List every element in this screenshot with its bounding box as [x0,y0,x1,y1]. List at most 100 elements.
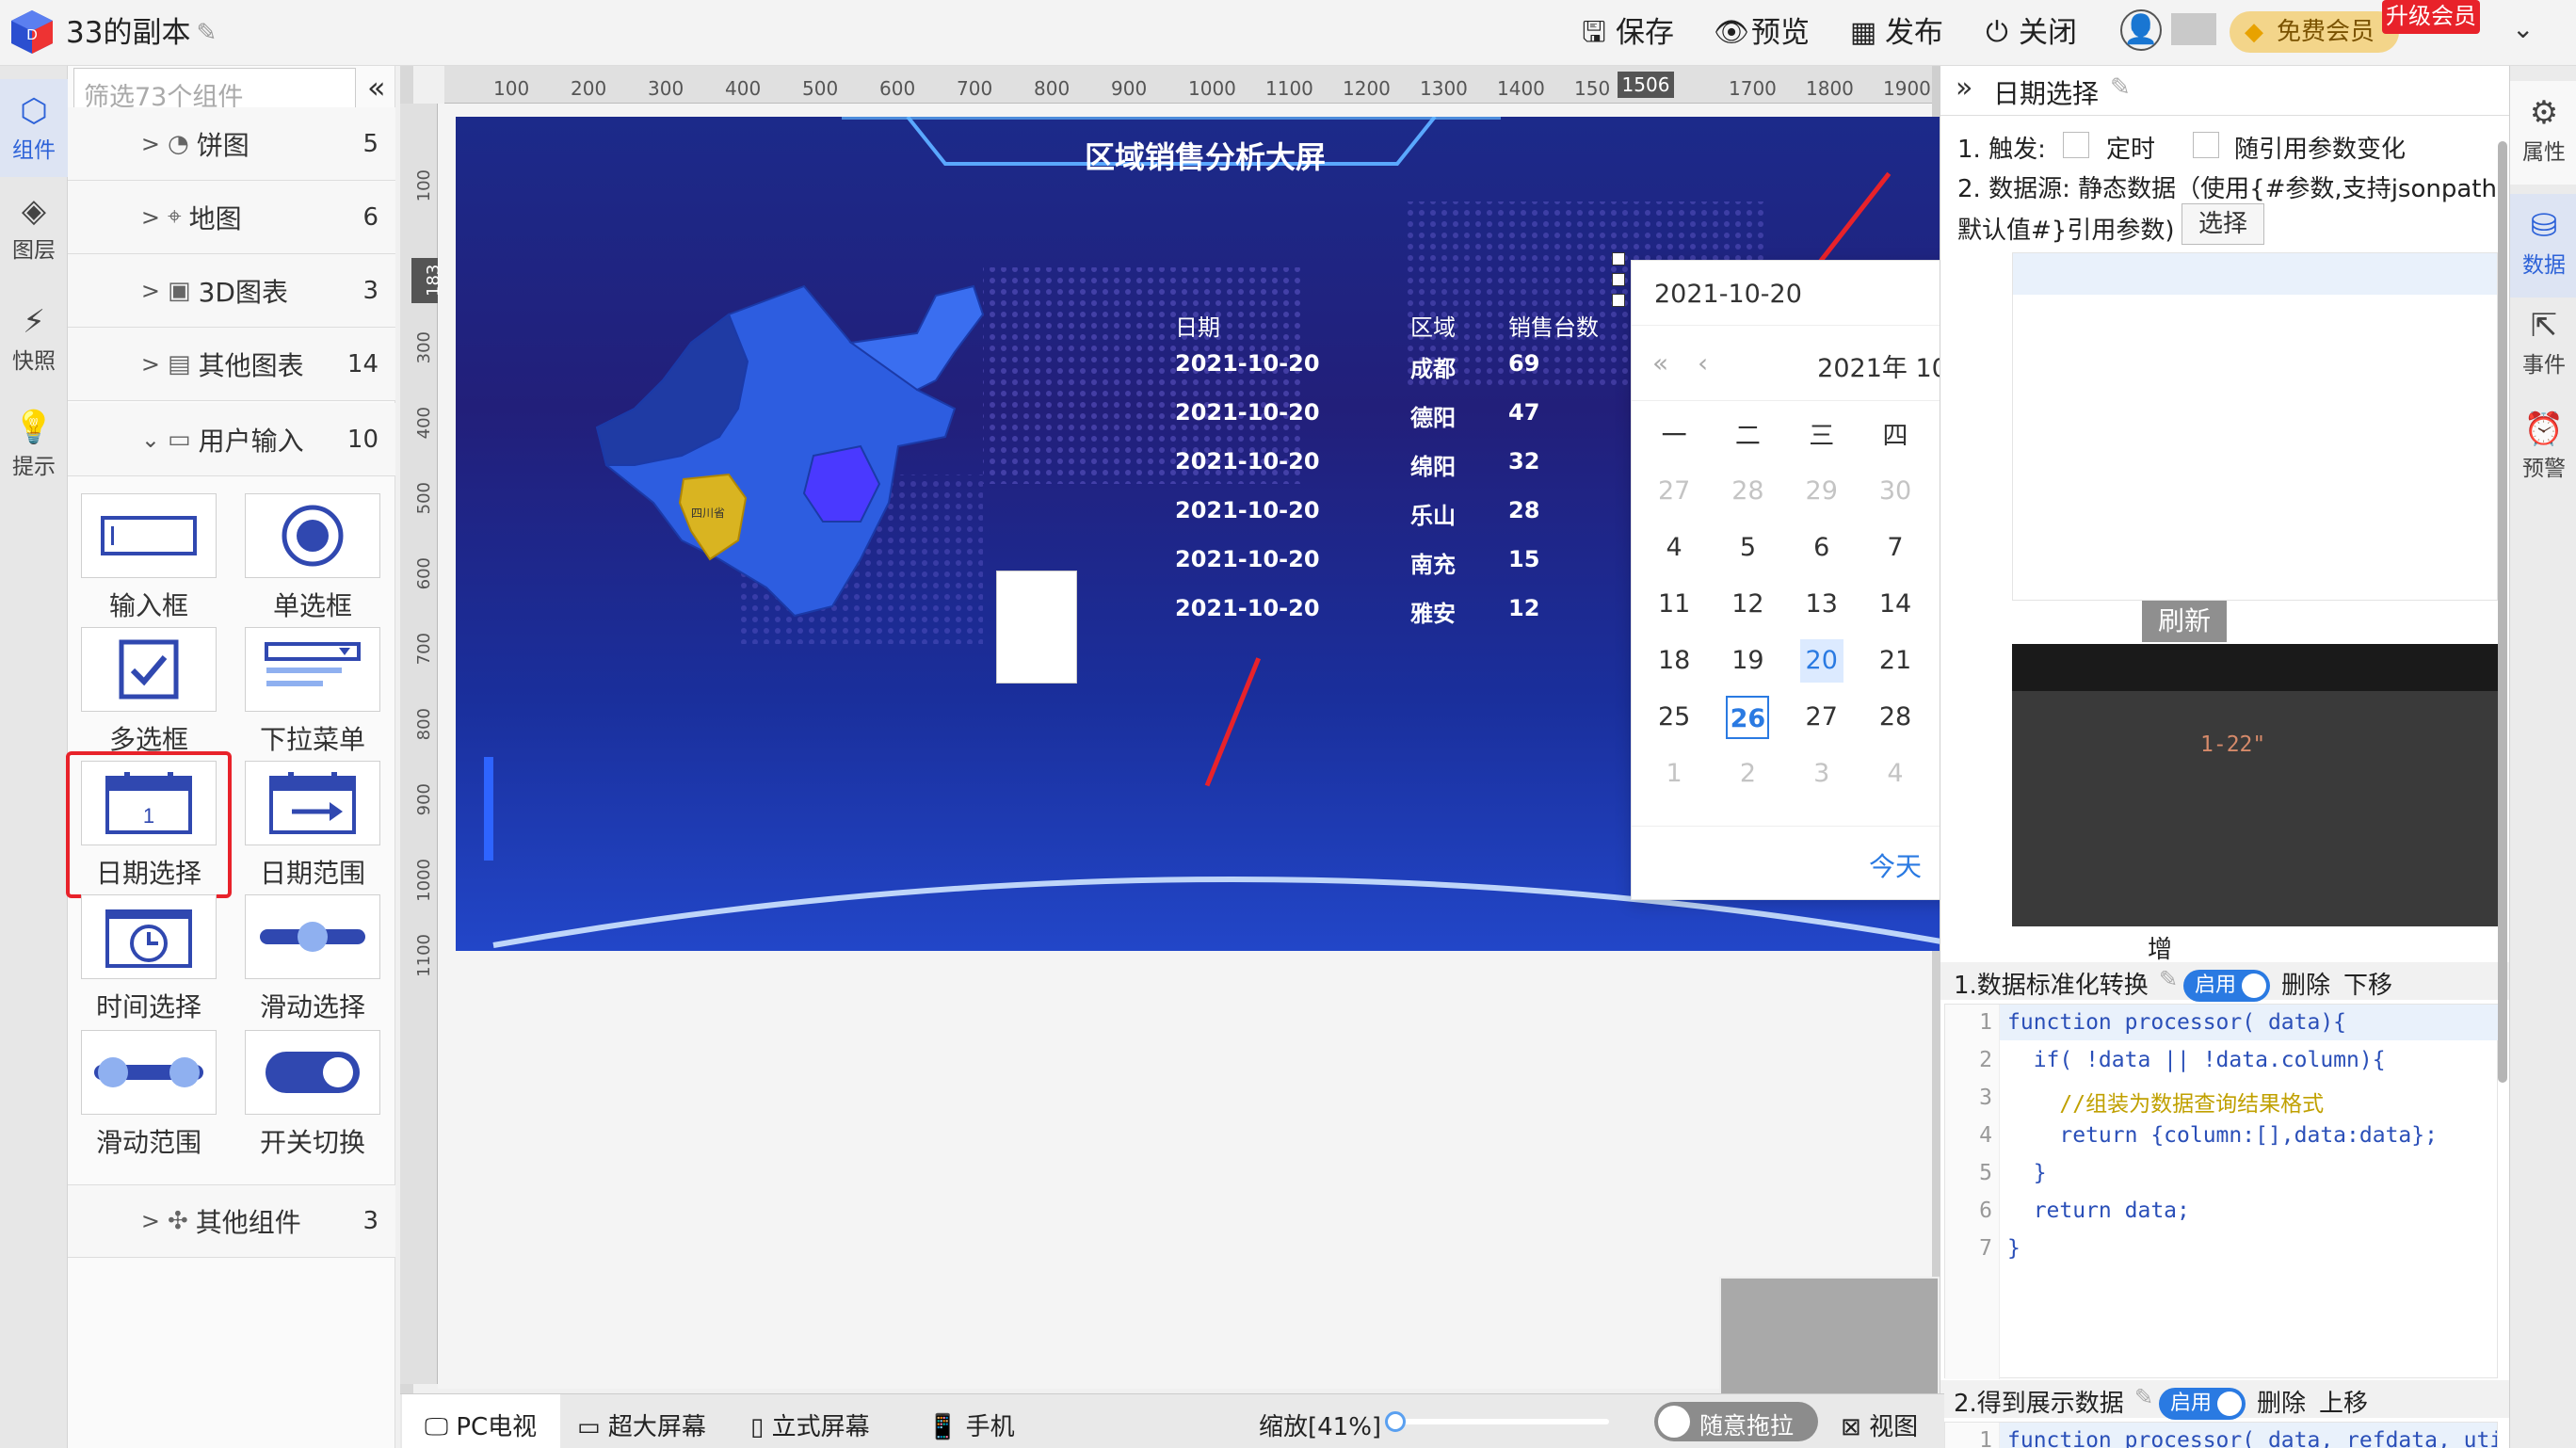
selection-handle[interactable] [1612,294,1625,307]
tile-checkbox[interactable]: 多选框 [81,627,217,755]
rail-tips[interactable]: 💡 提示 [0,409,68,480]
calendar-day[interactable]: 28 [1874,696,1917,739]
zoom-slider[interactable] [1385,1411,1609,1432]
calendar-day[interactable]: 5 [1726,526,1769,570]
dark-code-editor[interactable]: 1-22" [2012,644,2498,926]
calendar-day[interactable]: 25 [1652,696,1696,739]
step2-edit-icon[interactable]: ✎ [2134,1384,2153,1410]
zoom-slider-knob[interactable] [1385,1411,1406,1432]
rrail-data[interactable]: ⛁ 数据 [2510,194,2576,298]
calendar-day[interactable]: 3 [1800,752,1843,796]
edit-pencil-icon[interactable]: ✎ [196,11,217,55]
calendar-day[interactable]: 6 [1800,526,1843,570]
calendar-day[interactable]: 4 [1652,526,1696,570]
timer-checkbox[interactable] [2063,132,2089,158]
calendar-day[interactable]: 14 [1874,583,1917,626]
category-pie[interactable]: > ◔ 饼图 5 [68,107,395,181]
calendar-day[interactable]: 26 [1726,696,1770,739]
table-row: 2021-10-20 乐山 28 [1175,497,1665,546]
calendar-day[interactable]: 1 [1652,752,1696,796]
calendar-day[interactable]: 12 [1726,583,1769,626]
stand-screen-option[interactable]: ▯ 立式屏幕 [750,1408,870,1442]
rrail-properties[interactable]: ⚙ 属性 [2510,81,2576,185]
publish-button[interactable]: ▦ 发布 [1847,11,1943,55]
param-change-checkbox[interactable] [2193,132,2219,158]
tile-date-picker[interactable]: 1 日期选择 [81,761,217,889]
calendar-day[interactable]: 19 [1726,639,1769,683]
report-title[interactable]: 33的副本 ✎ [66,11,217,55]
collapse-panel-icon[interactable]: « [367,70,386,105]
category-other-charts-count: 14 [346,349,378,378]
code-line-number: 1 [1979,1010,1992,1035]
rail-snapshot[interactable]: ⚡ 快照 [0,303,68,375]
calendar-day[interactable]: 2 [1726,752,1769,796]
member-badge[interactable]: ◆ 免费会员 [2230,11,2399,53]
calendar-day[interactable]: 21 [1874,639,1917,683]
step1-move-down-button[interactable]: 下移 [2343,966,2392,1001]
step2-code-editor[interactable]: 1function processor( data, refdata, uti2… [1944,1422,2498,1448]
choose-source-button[interactable]: 选择 [2182,203,2264,245]
timer-label: 定时 [2106,136,2156,164]
upgrade-button[interactable]: 升级会员 [2382,0,2480,34]
category-user-input[interactable]: ⌄ ▭ 用户输入 10 [68,403,395,476]
calendar-day[interactable]: 11 [1652,583,1696,626]
prev-year-icon[interactable]: « [1652,347,1668,378]
date-input-display[interactable]: 2021-10-20 [1654,280,1802,309]
save-button[interactable]: 🖫 保存 [1578,11,1674,55]
step1-enable-toggle[interactable]: 启用 [2183,970,2270,1002]
calendar-day[interactable]: 30 [1874,470,1917,513]
minimap[interactable] [1719,1277,1940,1399]
tile-date-range[interactable]: 日期范围 [245,761,380,889]
expand-panel-icon[interactable]: » [1956,72,1972,105]
step1-code-editor[interactable]: 1 function processor( data){2 if( !data |… [1944,1004,2499,1379]
edit-pencil-icon[interactable]: ✎ [2110,73,2131,102]
right-panel-scrollbar[interactable] [2498,141,2507,1083]
selection-handle[interactable] [1612,252,1625,265]
calendar-day[interactable]: 28 [1726,470,1769,513]
calendar-day[interactable]: 4 [1874,752,1917,796]
add-step-label[interactable]: 增 [2148,930,2172,965]
prev-month-icon[interactable]: ‹ [1698,347,1708,378]
tile-time-picker[interactable]: 时间选择 [81,894,217,1022]
calendar-day[interactable]: 18 [1652,639,1696,683]
category-other-charts[interactable]: > ▤ 其他图表 14 [68,328,395,401]
category-3d[interactable]: > ▣ 3D图表 3 [68,254,395,328]
component-filter-input[interactable]: 筛选73个组件 [73,68,356,113]
calendar-day[interactable]: 13 [1800,583,1843,626]
step1-edit-icon[interactable]: ✎ [2159,966,2178,992]
data-editor-top[interactable] [2012,252,2498,601]
preview-button[interactable]: 👁 预览 [1714,11,1810,55]
step2-enable-toggle[interactable]: 启用 [2159,1388,2246,1420]
step1-delete-button[interactable]: 删除 [2281,966,2330,1001]
tile-slider-range[interactable]: 滑动范围 [81,1030,217,1158]
china-map[interactable]: 四川省 [578,277,1058,663]
rrail-events[interactable]: ⇱ 事件 [2510,307,2576,378]
big-screen-option[interactable]: ▭ 超大屏幕 [577,1408,706,1442]
view-option[interactable]: ⊠ 视图 [1841,1408,1918,1442]
chevron-down-icon[interactable]: ⌄ [2512,13,2534,44]
pc-tv-option[interactable]: 🖵 PC电视 [425,1408,537,1442]
category-other-components[interactable]: > ✣ 其他组件 3 [68,1184,395,1258]
tile-input[interactable]: 输入框 [81,493,217,621]
calendar-day[interactable]: 20 [1799,639,1843,683]
rail-components[interactable]: ⬡ 组件 [0,79,68,177]
rail-layers[interactable]: ◈ 图层 [0,192,68,264]
calendar-day[interactable]: 27 [1652,470,1696,513]
calendar-day[interactable]: 29 [1800,470,1843,513]
selection-handle[interactable] [1612,273,1625,286]
calendar-day[interactable]: 27 [1800,696,1843,739]
user-avatar-icon[interactable]: 👤 [2120,9,2162,51]
category-map[interactable]: > ⌖ 地图 6 [68,181,395,254]
tile-switch[interactable]: 开关切换 [245,1030,380,1158]
tile-radio[interactable]: 单选框 [245,493,380,621]
step2-delete-button[interactable]: 删除 [2257,1384,2306,1419]
rrail-alerts[interactable]: ⏰ 预警 [2510,410,2576,482]
free-drag-toggle[interactable]: 随意拖拉 [1654,1402,1818,1441]
phone-option[interactable]: 📱 手机 [927,1408,1015,1442]
tile-slider[interactable]: 滑动选择 [245,894,380,1022]
refresh-button[interactable]: 刷新 [2142,601,2227,642]
step2-move-up-button[interactable]: 上移 [2319,1384,2368,1419]
calendar-day[interactable]: 7 [1874,526,1917,570]
close-button[interactable]: ⏻ 关闭 [1981,11,2077,55]
tile-dropdown[interactable]: 下拉菜单 [245,627,380,755]
